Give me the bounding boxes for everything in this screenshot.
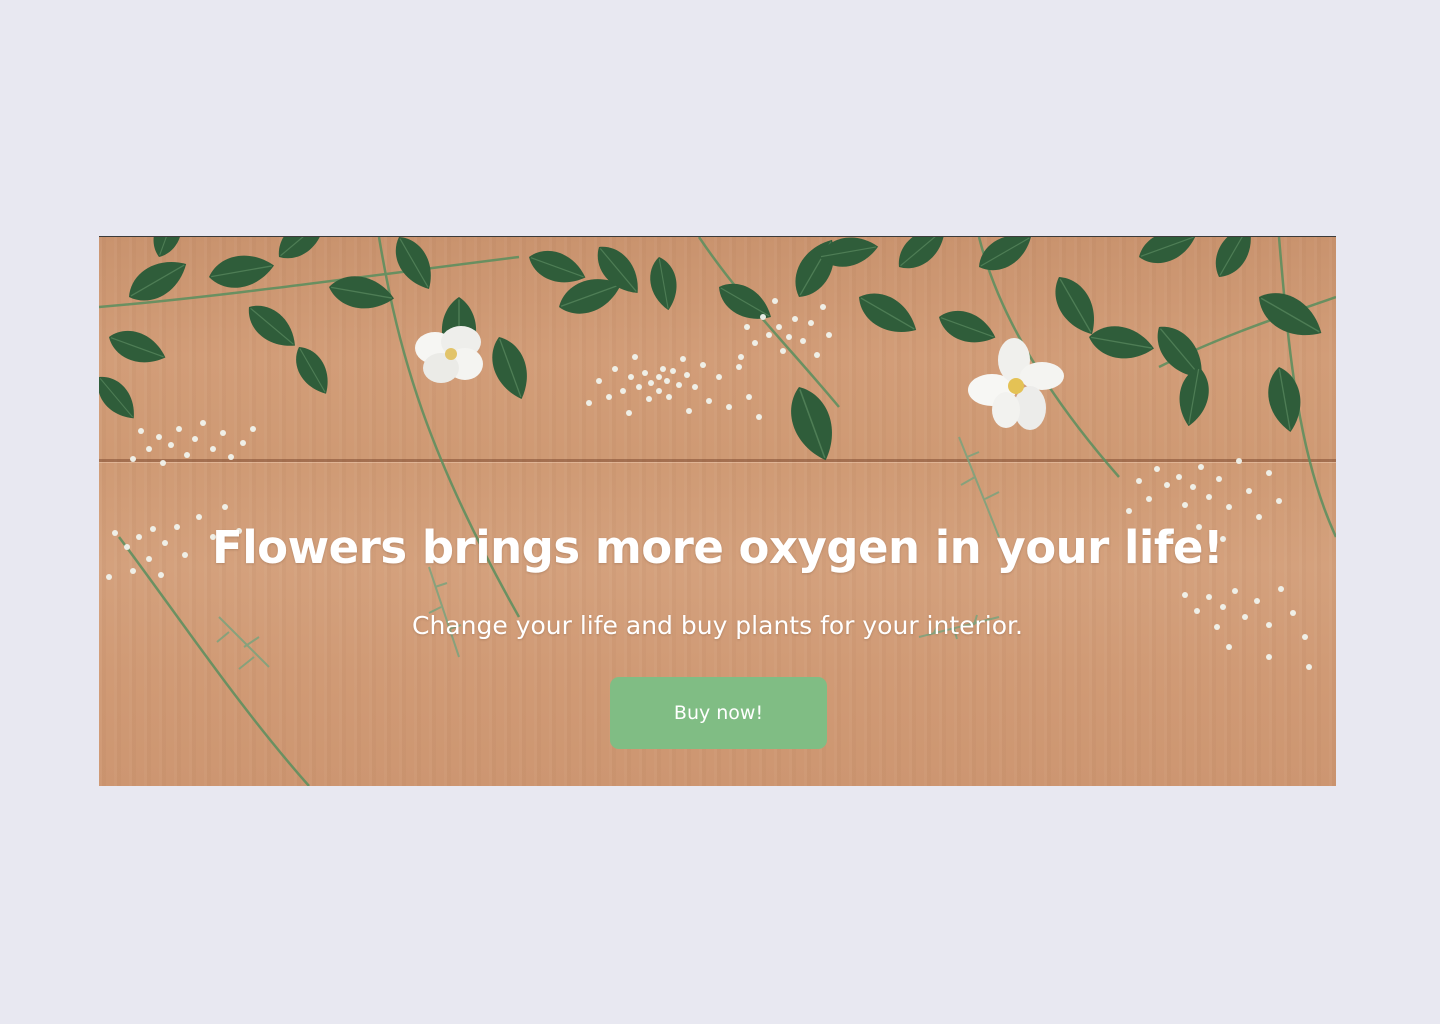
- page: Flowers brings more oxygen in your life!…: [0, 0, 1440, 1024]
- hero-banner: Flowers brings more oxygen in your life!…: [99, 236, 1336, 786]
- hero-headline: Flowers brings more oxygen in your life!: [212, 521, 1223, 574]
- hero-subheadline: Change your life and buy plants for your…: [412, 611, 1023, 640]
- buy-now-button[interactable]: Buy now!: [610, 677, 827, 749]
- hero-content: Flowers brings more oxygen in your life!…: [99, 237, 1336, 786]
